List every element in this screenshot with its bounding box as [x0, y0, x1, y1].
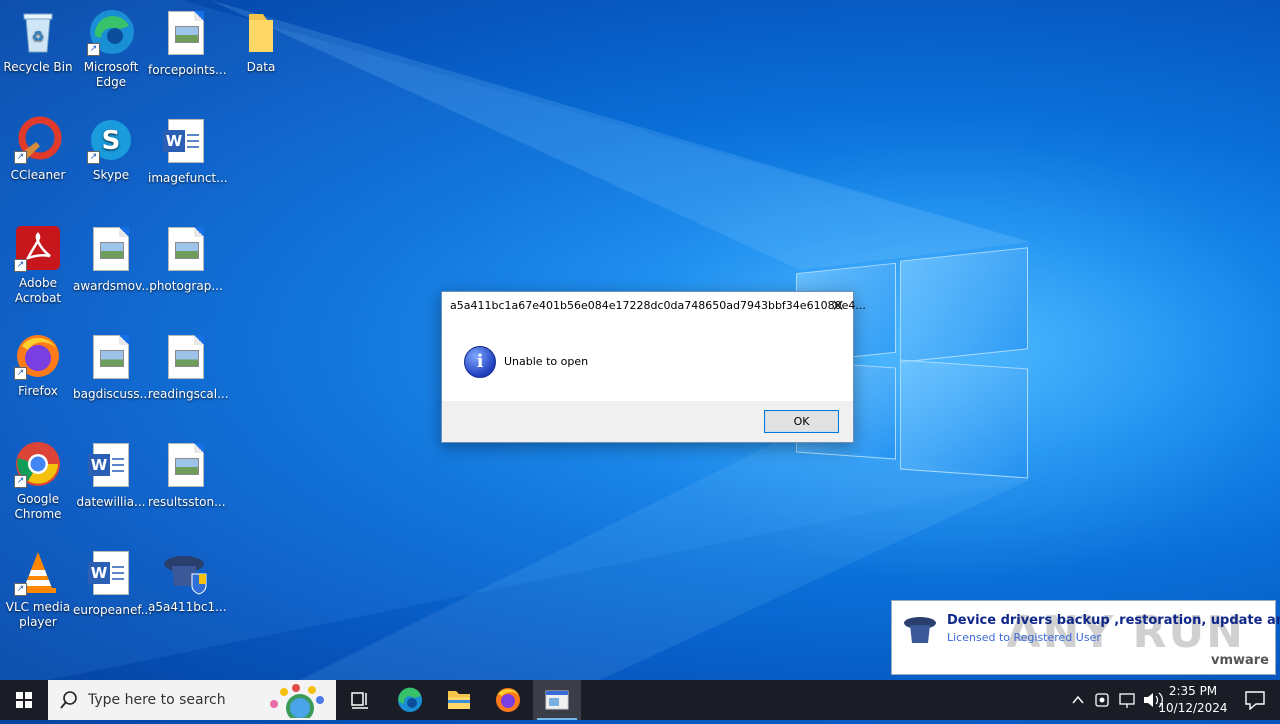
- icon-label: a5a411bc1...: [148, 600, 227, 614]
- icon-label: photograp...: [149, 279, 223, 293]
- svg-text:♻: ♻: [32, 29, 45, 45]
- installer-hat-icon: [162, 548, 210, 596]
- edge-icon: ↗: [87, 8, 135, 56]
- vmware-logo: vmware: [1210, 653, 1269, 668]
- word-document-icon: W: [87, 551, 135, 599]
- taskbar-clock[interactable]: 2:35 PM 10/12/2024: [1158, 683, 1228, 717]
- taskbar-edge[interactable]: [386, 680, 434, 720]
- desktop-icon-a5a411bc1[interactable]: a5a411bc1...: [148, 548, 227, 615]
- dialog-title: a5a411bc1a67e401b56e084e17228dc0da748650…: [450, 299, 866, 312]
- icon-label: CCleaner: [10, 168, 66, 182]
- desktop-icon-europeanef[interactable]: W europeanef...: [73, 548, 153, 618]
- taskbar-active-app[interactable]: [533, 680, 581, 720]
- desktop-icon-resultsston[interactable]: resultsston...: [148, 440, 226, 510]
- desktop-icon-bagdiscuss[interactable]: bagdiscuss...: [73, 332, 151, 402]
- recycle-bin-icon: ♻: [14, 8, 62, 56]
- desktop-icon-readingscal[interactable]: readingscal...: [148, 332, 229, 402]
- firefox-icon: ↗: [14, 332, 62, 380]
- folder-icon: [237, 8, 285, 56]
- folder-icon: [448, 691, 470, 709]
- icon-label: Data: [246, 60, 276, 74]
- image-file-icon: [162, 11, 210, 59]
- desktop-icon-photograp[interactable]: photograp...: [148, 224, 224, 294]
- dialog-message: Unable to open: [504, 355, 589, 368]
- word-document-icon: W: [87, 443, 135, 491]
- task-view-button[interactable]: [336, 680, 384, 720]
- banner-subtext: Licensed to Registered User: [947, 631, 1101, 644]
- clock-date: 10/12/2024: [1158, 701, 1228, 715]
- taskbar-search-box[interactable]: Type here to search: [48, 680, 336, 720]
- clock-time: 2:35 PM: [1168, 684, 1218, 698]
- search-icon: [60, 691, 77, 709]
- icon-label: readingscal...: [148, 387, 229, 401]
- system-tray: [1068, 680, 1168, 720]
- window-app-icon: [545, 690, 569, 710]
- icon-label: VLC media player: [5, 600, 71, 629]
- desktop-icon-microsoft-edge[interactable]: ↗ Microsoft Edge: [73, 8, 149, 90]
- desktop-icon-datewillia[interactable]: W datewillia...: [73, 440, 149, 510]
- desktop-icon-skype[interactable]: S ↗ Skype: [73, 116, 149, 183]
- desktop-icon-imagefunct[interactable]: W imagefunct...: [148, 116, 228, 186]
- close-icon[interactable]: ✕: [829, 297, 847, 315]
- firefox-icon: [496, 688, 520, 712]
- image-file-icon: [162, 443, 210, 491]
- message-dialog: a5a411bc1a67e401b56e084e17228dc0da748650…: [441, 291, 866, 443]
- search-highlight-icon: [270, 684, 324, 718]
- vlc-icon: ↗: [14, 548, 62, 596]
- icon-label: europeanef...: [73, 603, 153, 617]
- start-button[interactable]: [0, 680, 48, 720]
- icon-label: Recycle Bin: [3, 60, 73, 74]
- edge-icon: [398, 687, 422, 712]
- desktop-icon-ccleaner[interactable]: ↗ CCleaner: [0, 116, 76, 183]
- dialog-footer: OK: [442, 401, 853, 442]
- desktop-icon-data-folder[interactable]: Data: [223, 8, 299, 75]
- ccleaner-icon: ↗: [14, 116, 62, 164]
- icon-label: bagdiscuss...: [73, 387, 151, 401]
- info-icon: i: [464, 346, 496, 378]
- acrobat-icon: ↗: [14, 224, 62, 272]
- desktop-icon-adobe-acrobat[interactable]: ↗ Adobe Acrobat: [0, 224, 76, 306]
- icon-label: resultsston...: [148, 495, 226, 509]
- icon-label: datewillia...: [76, 495, 146, 509]
- taskbar-firefox[interactable]: [484, 680, 532, 720]
- driver-backup-banner[interactable]: ANY RUN Device drivers backup ,restorati…: [891, 600, 1280, 675]
- icon-label: Skype: [92, 168, 130, 182]
- taskbar: Type here to search 2:35 PM 10/12/2024: [0, 680, 1280, 720]
- installer-hat-icon: [902, 615, 938, 645]
- desktop-icon-awardsmov[interactable]: awardsmov...: [73, 224, 153, 294]
- desktop-icon-forcepoints[interactable]: forcepoints...: [148, 8, 227, 78]
- icon-label: awardsmov...: [73, 279, 153, 293]
- desktop-icon-google-chrome[interactable]: ↗ Google Chrome: [0, 440, 76, 522]
- notification-icon: [1245, 691, 1265, 711]
- banner-heading: Device drivers backup ,restoration, upda…: [947, 613, 1280, 628]
- desktop-icon-recycle-bin[interactable]: ♻ Recycle Bin: [0, 8, 76, 75]
- skype-icon: S ↗: [87, 116, 135, 164]
- icon-label: Google Chrome: [14, 492, 62, 521]
- desktop-icon-firefox[interactable]: ↗ Firefox: [0, 332, 76, 399]
- icon-label: Firefox: [18, 384, 58, 398]
- ok-button[interactable]: OK: [764, 410, 839, 433]
- word-document-icon: W: [162, 119, 210, 167]
- image-file-icon: [162, 335, 210, 383]
- chrome-icon: ↗: [14, 440, 62, 488]
- image-file-icon: [87, 335, 135, 383]
- action-center-button[interactable]: [1244, 690, 1266, 711]
- icon-label: Adobe Acrobat: [14, 276, 62, 305]
- windows-start-icon: [16, 692, 32, 708]
- icon-label: imagefunct...: [148, 171, 228, 185]
- icon-label: forcepoints...: [148, 63, 227, 77]
- image-file-icon: [162, 227, 210, 275]
- task-view-icon: [351, 692, 368, 709]
- tray-icons: [1072, 692, 1163, 708]
- search-placeholder: Type here to search: [88, 692, 226, 708]
- icon-label: Microsoft Edge: [83, 60, 139, 89]
- image-file-icon: [87, 227, 135, 275]
- desktop-icon-vlc[interactable]: ↗ VLC media player: [0, 548, 76, 630]
- taskbar-file-explorer[interactable]: [435, 680, 483, 720]
- svg-text:S: S: [102, 126, 121, 156]
